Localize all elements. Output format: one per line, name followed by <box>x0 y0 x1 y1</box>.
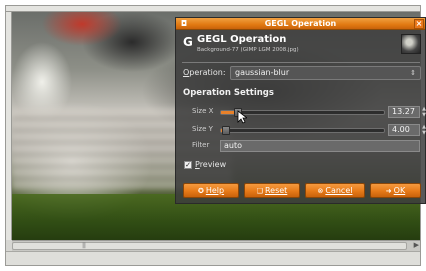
gegl-icon: G <box>183 35 193 49</box>
header-title: GEGL Operation <box>197 34 287 45</box>
header-divider <box>182 62 420 63</box>
close-icon[interactable]: × <box>414 19 424 29</box>
dialog-title: GEGL Operation <box>264 19 337 28</box>
operation-value: gaussian-blur <box>235 68 290 77</box>
ok-button[interactable]: ➜ OK <box>370 183 421 198</box>
preview-label-rest: review <box>199 160 227 169</box>
scroll-right-arrow-icon[interactable]: ▶ <box>414 241 419 249</box>
dialog-header: G GEGL Operation Background-77 (GIMP LGM… <box>183 34 421 60</box>
preview-label[interactable]: Preview <box>195 160 226 169</box>
size-y-slider[interactable] <box>220 126 385 135</box>
param-label: Size X <box>192 107 214 115</box>
cancel-icon: ⊗ <box>317 187 324 195</box>
size-y-spinbox[interactable]: 4.00 <box>388 124 420 136</box>
reset-icon: ❑ <box>256 187 263 195</box>
size-y-spin-arrows-icon[interactable]: ▲ ▼ <box>421 124 426 136</box>
operation-label-rest: peration: <box>189 68 226 77</box>
size-y-slider-handle[interactable] <box>222 126 231 135</box>
dialog-titlebar[interactable]: ◘ GEGL Operation × <box>176 18 425 30</box>
gegl-operation-dialog: ◘ GEGL Operation × G GEGL Operation Back… <box>175 17 426 204</box>
param-row-size-x: Size X 13.27 ▲ ▼ <box>192 106 426 118</box>
mouse-cursor-icon <box>237 110 247 124</box>
param-label: Size Y <box>192 125 213 133</box>
ok-icon: ➜ <box>385 187 392 195</box>
reset-button[interactable]: ❑ Reset <box>244 183 300 198</box>
operation-combo[interactable]: gaussian-blur ⇕ <box>230 66 421 80</box>
settings-title: Operation Settings <box>183 88 274 98</box>
cancel-button[interactable]: ⊗ Cancel <box>305 183 365 198</box>
help-button[interactable]: ✪ Help <box>183 183 239 198</box>
horizontal-scrollbar[interactable]: ||| ▶ <box>12 240 420 251</box>
header-subtitle: Background-77 (GIMP LGM 2008.jpg) <box>197 47 299 53</box>
size-x-spin-arrows-icon[interactable]: ▲ ▼ <box>421 106 426 118</box>
operation-label: Operation: <box>183 68 226 77</box>
filter-row: Filter auto <box>192 140 420 152</box>
status-bar <box>6 251 420 265</box>
preview-checkbox[interactable]: ✓ <box>184 161 192 169</box>
help-icon: ✪ <box>197 187 204 195</box>
dialog-buttons: ✪ Help ❑ Reset ⊗ Cancel ➜ OK <box>183 183 421 199</box>
scroll-grip-icon: ||| <box>82 242 86 249</box>
operation-row: Operation: gaussian-blur ⇕ <box>183 66 421 80</box>
size-x-spinbox[interactable]: 13.27 <box>388 106 420 118</box>
image-thumbnail <box>401 34 421 54</box>
filter-label: Filter <box>192 141 210 149</box>
filter-field[interactable]: auto <box>220 140 420 152</box>
param-row-size-y: Size Y 4.00 ▲ ▼ <box>192 124 426 136</box>
scrollbar-thumb[interactable] <box>12 242 407 250</box>
combo-arrows-icon: ⇕ <box>410 69 416 77</box>
